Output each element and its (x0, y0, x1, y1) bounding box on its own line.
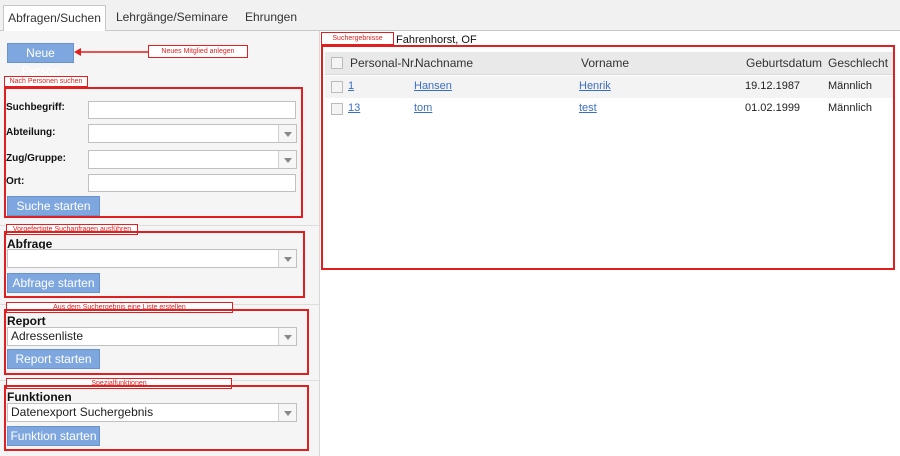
report-value: Adressenliste (11, 329, 84, 343)
annotation-arrow (74, 48, 149, 56)
row-checkbox[interactable] (331, 81, 343, 93)
chevron-down-icon (278, 125, 296, 142)
table-row: 1 Hansen Henrik 19.12.1987 Männlich (325, 76, 893, 98)
suchbegriff-input[interactable] (88, 101, 296, 119)
column-nachname[interactable]: Nachname (415, 56, 473, 70)
report-title: Report (7, 314, 46, 328)
new-person-button[interactable]: Neue Person (7, 43, 74, 78)
annotation-search: Nach Personen suchen (4, 76, 88, 87)
functions-value: Datenexport Suchergebnis (11, 405, 154, 419)
search-start-button[interactable]: Suche starten (7, 196, 100, 216)
report-select[interactable]: Adressenliste (7, 327, 297, 346)
column-geschlecht[interactable]: Geschlecht (828, 56, 888, 70)
abteilung-select[interactable] (88, 124, 297, 143)
tab-abfragen-suchen[interactable]: Abfragen/Suchen (3, 5, 106, 32)
query-start-button[interactable]: Abfrage starten (7, 273, 100, 293)
results-table-header: Personal-Nr. Nachname Vorname Geburtsdat… (325, 52, 893, 75)
personal-nr-link[interactable]: 1 (348, 80, 354, 92)
personal-nr-link[interactable]: 13 (348, 102, 360, 114)
row-checkbox[interactable] (331, 103, 343, 115)
query-select[interactable] (7, 249, 297, 268)
nachname-link[interactable]: tom (414, 102, 432, 114)
tab-lehrgaenge-seminare[interactable]: Lehrgänge/Seminare (113, 5, 231, 31)
label-suchbegriff: Suchbegriff: (6, 102, 65, 113)
vorname-link[interactable]: test (579, 102, 597, 114)
annotation-results: Suchergebnisse (321, 32, 394, 45)
label-abteilung: Abteilung: (6, 127, 56, 138)
vorname-link[interactable]: Henrik (579, 80, 611, 92)
tab-bar: Abfragen/Suchen Lehrgänge/Seminare Ehrun… (0, 0, 900, 32)
annotation-new-member: Neues Mitglied anlegen (148, 45, 248, 58)
column-geburtsdatum[interactable]: Geburtsdatum (746, 56, 822, 70)
geburtsdatum-cell: 01.02.1999 (745, 102, 801, 114)
chevron-down-icon (278, 328, 296, 345)
nachname-link[interactable]: Hansen (414, 80, 452, 92)
label-ort: Ort: (6, 176, 25, 187)
results-panel: Suchergebnisse Fahrenhorst, OF Personal-… (321, 31, 900, 456)
tab-ehrungen[interactable]: Ehrungen (238, 5, 304, 31)
report-start-button[interactable]: Report starten (7, 349, 100, 369)
zug-gruppe-select[interactable] (88, 150, 297, 169)
function-start-button[interactable]: Funktion starten (7, 426, 100, 446)
chevron-down-icon (278, 404, 296, 421)
geschlecht-cell: Männlich (828, 102, 873, 114)
functions-select[interactable]: Datenexport Suchergebnis (7, 403, 297, 422)
ort-input[interactable] (88, 174, 296, 192)
table-row: 13 tom test 01.02.1999 Männlich (325, 98, 893, 120)
left-panel: Neue Person Neues Mitglied anlegen Nach … (0, 31, 320, 456)
functions-title: Funktionen (7, 390, 72, 404)
column-vorname[interactable]: Vorname (581, 56, 629, 70)
chevron-down-icon (278, 250, 296, 267)
chevron-down-icon (278, 151, 296, 168)
select-all-checkbox[interactable] (331, 57, 343, 69)
geschlecht-cell: Männlich (828, 80, 873, 92)
geburtsdatum-cell: 19.12.1987 (745, 80, 801, 92)
column-personal-nr[interactable]: Personal-Nr. (350, 56, 417, 70)
label-zug-gruppe: Zug/Gruppe: (6, 153, 66, 164)
